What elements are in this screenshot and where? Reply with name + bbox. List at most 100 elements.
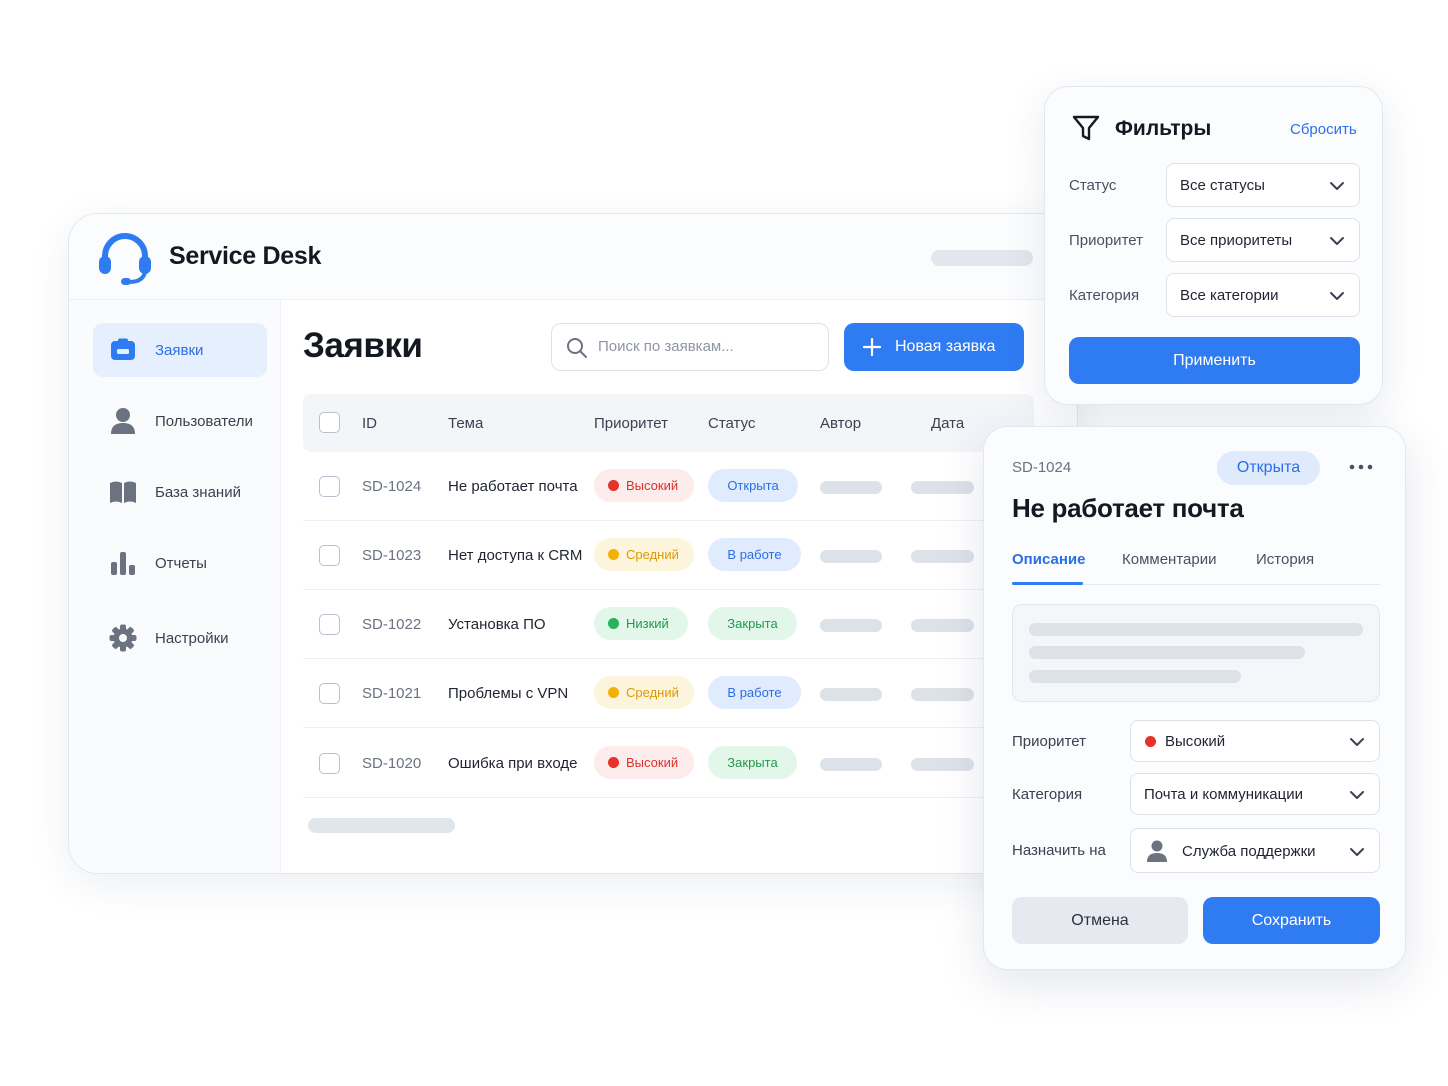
table-row[interactable]: SD-1020 Ошибка при входе Высокий Закрыта (303, 729, 1034, 798)
priority-dot (608, 549, 619, 560)
row-checkbox[interactable] (319, 614, 340, 635)
detail-tabs: Описание Комментарии История (1012, 539, 1380, 585)
reset-filters-link[interactable]: Сбросить (1290, 121, 1357, 138)
priority-badge: Низкий (594, 607, 688, 640)
ticket-subject-cell[interactable]: Нет доступа к CRM (448, 547, 582, 564)
chevron-down-icon (1330, 292, 1344, 300)
new-ticket-button[interactable]: Новая заявка (844, 323, 1024, 371)
horizontal-scrollbar[interactable] (308, 818, 455, 833)
ticket-id-cell[interactable]: SD-1023 (362, 547, 421, 564)
search-icon (567, 338, 587, 358)
column-header-author[interactable]: Автор (820, 415, 861, 432)
priority-dot (608, 480, 619, 491)
priority-select[interactable]: Высокий (1130, 720, 1380, 762)
cancel-button[interactable]: Отмена (1012, 897, 1188, 944)
ticket-subject-cell[interactable]: Ошибка при входе (448, 755, 578, 772)
ticket-subject-cell[interactable]: Не работает почта (448, 478, 578, 495)
filter-title: Фильтры (1115, 117, 1212, 140)
gear-icon (109, 624, 137, 652)
sidebar-item-label: Заявки (155, 341, 204, 359)
apply-filters-button[interactable]: Применить (1069, 337, 1360, 384)
tab-comments[interactable]: Комментарии (1122, 551, 1216, 568)
priority-label: Низкий (626, 616, 669, 631)
ticket-id-cell[interactable]: SD-1022 (362, 616, 421, 633)
priority-field-label: Приоритет (1012, 733, 1086, 750)
main-content: Заявки Новая заявка ID Тема Приоритет Ст… (282, 300, 1077, 873)
sidebar-item-tickets[interactable]: Заявки (93, 323, 267, 377)
sidebar-item-label: Пользователи (155, 412, 253, 430)
sidebar-item-users[interactable]: Пользователи (93, 394, 267, 448)
select-all-checkbox[interactable] (319, 412, 340, 433)
select-value: Почта и коммуникации (1144, 786, 1303, 803)
filter-status-select[interactable]: Все статусы (1166, 163, 1360, 207)
status-badge: Закрыта (708, 607, 797, 640)
column-header-date[interactable]: Дата (931, 415, 964, 432)
sidebar-item-settings[interactable]: Настройки (93, 611, 267, 665)
column-header-priority[interactable]: Приоритет (594, 415, 668, 432)
filter-panel: Фильтры Сбросить Статус Все статусы Прио… (1044, 86, 1383, 405)
filter-priority-select[interactable]: Все приоритеты (1166, 218, 1360, 262)
header-placeholder (931, 250, 1033, 266)
ticket-id: SD-1024 (1012, 459, 1072, 476)
author-placeholder (820, 550, 882, 563)
ticket-id-cell[interactable]: SD-1020 (362, 755, 421, 772)
description-placeholder-line (1029, 670, 1241, 683)
active-tab-indicator (1012, 582, 1083, 585)
status-badge: Закрыта (708, 746, 797, 779)
sidebar-item-knowledge-base[interactable]: База знаний (93, 465, 267, 519)
assignee-select[interactable]: Служба поддержки (1130, 828, 1380, 873)
row-checkbox[interactable] (319, 476, 340, 497)
ticket-id-cell[interactable]: SD-1021 (362, 685, 421, 702)
chevron-down-icon (1330, 237, 1344, 245)
sidebar-item-label: База знаний (155, 483, 241, 501)
column-header-subject[interactable]: Тема (448, 415, 483, 432)
row-checkbox[interactable] (319, 753, 340, 774)
table-row[interactable]: SD-1021 Проблемы с VPN Средний В работе (303, 659, 1034, 728)
app-title: Service Desk (169, 242, 322, 270)
search-box (551, 323, 829, 371)
table-row[interactable]: SD-1023 Нет доступа к CRM Средний В работе (303, 521, 1034, 590)
priority-dot (1145, 736, 1156, 747)
date-placeholder (911, 758, 974, 771)
table-row[interactable]: SD-1024 Не работает почта Высокий Открыта (303, 452, 1034, 521)
priority-badge: Высокий (594, 746, 694, 779)
sidebar-item-label: Отчеты (155, 554, 207, 572)
ticket-subject-cell[interactable]: Проблемы с VPN (448, 685, 568, 702)
sidebar-item-reports[interactable]: Отчеты (93, 536, 267, 590)
chevron-down-icon (1350, 848, 1364, 856)
column-header-id[interactable]: ID (362, 415, 377, 432)
author-placeholder (820, 688, 882, 701)
ticket-subject-cell[interactable]: Установка ПО (448, 616, 546, 633)
table-header: ID Тема Приоритет Статус Автор Дата (303, 394, 1034, 452)
ticket-id-cell[interactable]: SD-1024 (362, 478, 421, 495)
ticket-icon (109, 336, 137, 364)
category-select[interactable]: Почта и коммуникации (1130, 773, 1380, 815)
more-options-icon[interactable] (1349, 463, 1373, 471)
status-badge: В работе (708, 538, 801, 571)
filter-status-label: Статус (1069, 177, 1117, 194)
column-header-status[interactable]: Статус (708, 415, 755, 432)
tab-history[interactable]: История (1256, 551, 1314, 568)
filter-icon (1072, 115, 1100, 141)
filter-category-label: Категория (1069, 287, 1140, 304)
priority-label: Средний (626, 685, 679, 700)
date-placeholder (911, 481, 974, 494)
page-title: Заявки (303, 326, 423, 365)
app-header: Service Desk (69, 214, 1077, 300)
user-icon (109, 407, 137, 435)
date-placeholder (911, 688, 974, 701)
assignee-field-label: Назначить на (1012, 842, 1106, 859)
search-input[interactable] (598, 338, 818, 355)
book-icon (109, 478, 137, 506)
status-badge: Открыта (708, 469, 798, 502)
date-placeholder (911, 619, 974, 632)
tab-description[interactable]: Описание (1012, 551, 1085, 568)
table-row[interactable]: SD-1022 Установка ПО Низкий Закрыта (303, 590, 1034, 659)
row-checkbox[interactable] (319, 545, 340, 566)
filter-category-select[interactable]: Все категории (1166, 273, 1360, 317)
row-checkbox[interactable] (319, 683, 340, 704)
priority-badge: Средний (594, 538, 694, 571)
priority-dot (608, 687, 619, 698)
save-button[interactable]: Сохранить (1203, 897, 1380, 944)
author-placeholder (820, 481, 882, 494)
